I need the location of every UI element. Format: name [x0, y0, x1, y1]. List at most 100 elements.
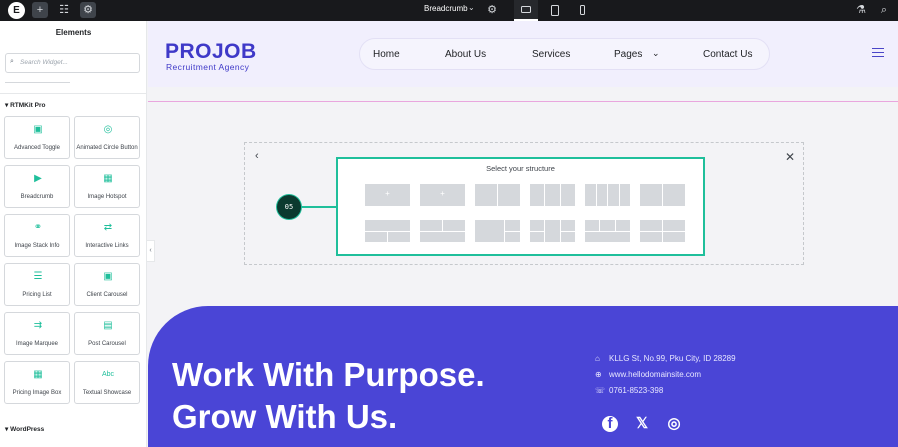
structure-option-2[interactable]: + — [420, 184, 465, 206]
chevron-down-icon[interactable]: ⌄ — [468, 3, 475, 12]
site-settings-icon[interactable]: ⚙ — [80, 2, 96, 18]
widget-interactive-links[interactable]: ⇄ Interactive Links — [74, 214, 140, 257]
widget-label: Image Hotspot — [87, 194, 127, 200]
widget-advanced-toggle[interactable]: ▣ Advanced Toggle — [4, 116, 70, 159]
site-header: PROJOB Recruitment Agency Home About Us … — [148, 21, 898, 87]
chevron-down-icon[interactable]: ⌄ — [652, 48, 660, 59]
main-nav: Home About Us Services Pages ⌄ Contact U… — [359, 38, 770, 70]
section-boundary — [148, 101, 898, 102]
plus-icon: + — [385, 189, 390, 198]
mobile-device-icon[interactable] — [571, 0, 595, 21]
facebook-icon[interactable]: f — [602, 416, 618, 432]
collapse-panel-button[interactable]: ‹ — [147, 240, 155, 262]
marquee-icon: ⇉ — [33, 320, 43, 331]
search-icon: ⌕ — [10, 58, 14, 65]
structure-option-6[interactable] — [640, 184, 685, 206]
contact-phone[interactable]: ☏ 0761-8523-398 — [595, 386, 663, 395]
widget-label: Image Stack Info — [14, 243, 60, 249]
structure-icon[interactable]: ☷ — [56, 2, 72, 18]
widget-label: Interactive Links — [85, 243, 129, 249]
stack-icon: ⚭ — [33, 222, 43, 233]
circle-button-icon: ◎ — [103, 124, 113, 135]
step-badge: 05 — [277, 195, 301, 219]
toggle-icon: ▣ — [33, 124, 43, 135]
widget-label: Textual Showcase — [82, 390, 132, 396]
instagram-icon[interactable]: ◎ — [666, 416, 682, 432]
widget-label: Client Carousel — [86, 292, 128, 298]
text-showcase-icon: Abc — [101, 371, 115, 378]
structure-title: Select your structure — [486, 164, 555, 173]
breadcrumb-icon: ▶ — [34, 173, 42, 184]
desktop-device-icon[interactable] — [514, 0, 538, 21]
structure-option-9[interactable] — [475, 220, 520, 242]
widget-label: Pricing Image Box — [12, 390, 62, 396]
widget-label: Pricing List — [22, 292, 52, 298]
add-element-icon[interactable]: + — [32, 2, 48, 18]
widget-image-stack-info[interactable]: ⚭ Image Stack Info — [4, 214, 70, 257]
elementor-logo-icon[interactable]: E — [8, 2, 25, 19]
history-icon[interactable]: ⚗ — [853, 2, 869, 18]
post-carousel-icon: ▤ — [103, 320, 113, 331]
address-text: KLLG St, No.99, Pku City, ID 28289 — [609, 354, 736, 363]
category-rtmkit-pro[interactable]: ▾ RTMKit Pro — [5, 101, 45, 109]
x-twitter-icon[interactable]: 𝕏 — [634, 416, 650, 432]
search-placeholder: Search Widget... — [20, 59, 68, 66]
widget-pricing-list[interactable]: ☰ Pricing List — [4, 263, 70, 306]
phone-text: 0761-8523-398 — [609, 386, 664, 395]
step-connector — [301, 206, 336, 208]
widget-animated-circle-button[interactable]: ◎ Animated Circle Button — [74, 116, 140, 159]
nav-home[interactable]: Home — [373, 49, 400, 60]
contact-website[interactable]: ⊕ www.hellodomainsite.com — [595, 370, 701, 379]
widget-image-marquee[interactable]: ⇉ Image Marquee — [4, 312, 70, 355]
tablet-device-icon[interactable] — [543, 0, 567, 21]
widget-search-input[interactable]: ⌕ Search Widget... — [5, 53, 140, 73]
nav-pages[interactable]: Pages — [614, 49, 642, 60]
page-settings-icon[interactable]: ⚙ — [484, 2, 500, 18]
structure-option-3[interactable] — [475, 184, 520, 206]
structure-option-11[interactable] — [585, 220, 630, 242]
structure-option-4[interactable] — [530, 184, 575, 206]
widget-label: Post Carousel — [88, 341, 126, 347]
widget-pricing-image-box[interactable]: ▦ Pricing Image Box — [4, 361, 70, 404]
category-label: RTMKit Pro — [10, 102, 46, 109]
widget-breadcrumb[interactable]: ▶ Breadcrumb — [4, 165, 70, 208]
structure-option-5[interactable] — [585, 184, 630, 206]
close-icon[interactable]: ✕ — [785, 150, 795, 164]
search-icon[interactable]: ⌕ — [876, 2, 892, 18]
widget-label: Advanced Toggle — [14, 145, 60, 151]
widget-client-carousel[interactable]: ▣ Client Carousel — [74, 263, 140, 306]
category-wordpress[interactable]: ▾ WordPress — [5, 425, 44, 433]
editor-topbar: E + ☷ ⚙ Breadcrumb ⌄ ⚙ ⚗ ⌕ — [0, 0, 898, 21]
page-name-selector[interactable]: Breadcrumb — [424, 4, 468, 13]
structure-selector: Select your structure + + — [336, 157, 705, 256]
elements-panel: Elements ⌕ Search Widget... ▾ RTMKit Pro… — [0, 21, 147, 447]
structure-option-1[interactable]: + — [365, 184, 410, 206]
phone-icon: ☏ — [595, 386, 606, 395]
widget-label: Breadcrumb — [20, 194, 54, 200]
nav-about-us[interactable]: About Us — [445, 49, 486, 60]
globe-icon: ⊕ — [595, 370, 602, 379]
structure-option-7[interactable] — [365, 220, 410, 242]
widget-post-carousel[interactable]: ▤ Post Carousel — [74, 312, 140, 355]
cta-headline-1: Work With Purpose. — [172, 356, 485, 393]
category-label: WordPress — [10, 426, 45, 433]
cta-headline-2: Grow With Us. — [172, 398, 398, 435]
plus-icon: + — [440, 189, 445, 198]
widget-textual-showcase[interactable]: Abc Textual Showcase — [74, 361, 140, 404]
nav-contact-us[interactable]: Contact Us — [703, 49, 752, 60]
pricing-list-icon: ☰ — [33, 271, 43, 282]
structure-option-10[interactable] — [530, 220, 575, 242]
site-tagline: Recruitment Agency — [166, 62, 250, 72]
links-icon: ⇄ — [103, 222, 113, 233]
back-arrow-icon[interactable]: ‹ — [255, 150, 259, 162]
structure-option-8[interactable] — [420, 220, 465, 242]
contact-address: ⌂ KLLG St, No.99, Pku City, ID 28289 — [595, 354, 736, 363]
nav-services[interactable]: Services — [532, 49, 570, 60]
site-logo[interactable]: PROJOB — [165, 40, 257, 64]
panel-title: Elements — [55, 28, 92, 37]
structure-option-12[interactable] — [640, 220, 685, 242]
widget-image-hotspot[interactable]: ▦ Image Hotspot — [74, 165, 140, 208]
website-text: www.hellodomainsite.com — [609, 370, 702, 379]
hamburger-menu-icon[interactable] — [872, 48, 884, 58]
hotspot-icon: ▦ — [103, 173, 113, 184]
